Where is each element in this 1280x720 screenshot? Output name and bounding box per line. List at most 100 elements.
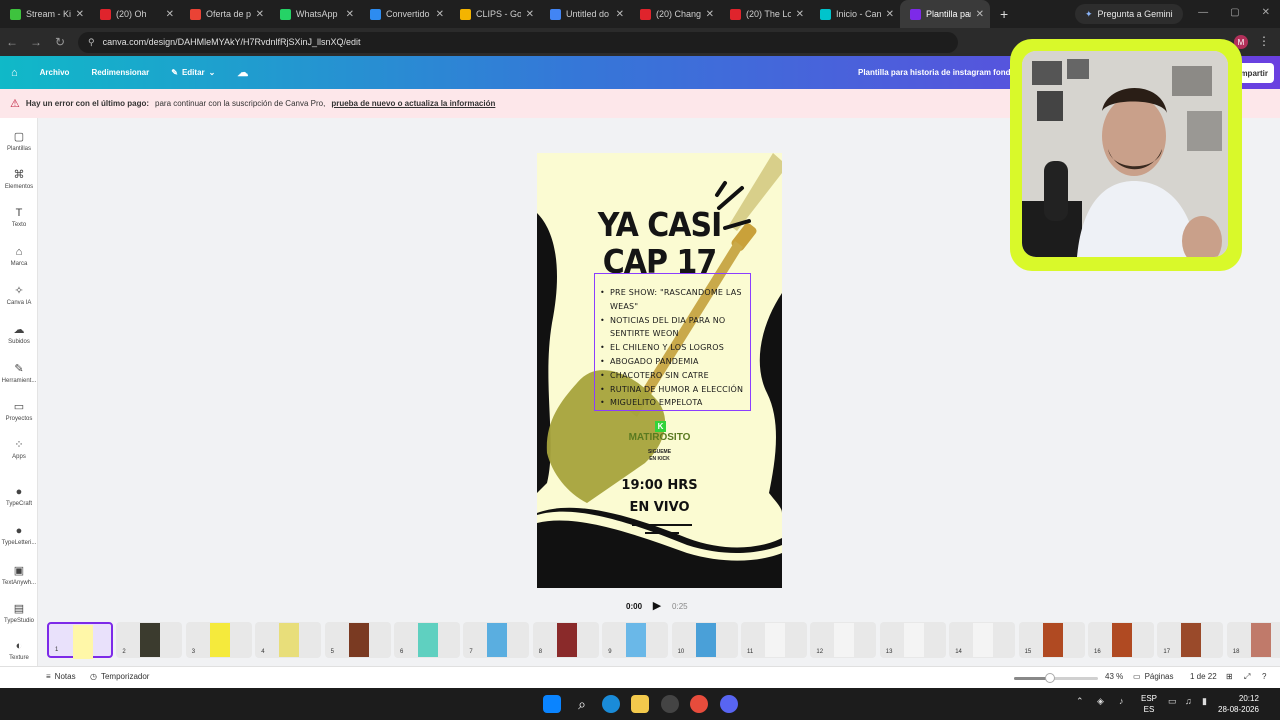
notes-button[interactable]: ≡ Notas	[46, 672, 76, 681]
page-thumbnail[interactable]: 3	[185, 622, 252, 658]
close-window-icon[interactable]: ✕	[1262, 7, 1270, 18]
tab-close-icon[interactable]: ✕	[706, 9, 714, 20]
page-thumbnail[interactable]: 15	[1018, 622, 1085, 658]
sidebar-item[interactable]: ✧ Canva IA	[0, 284, 38, 306]
sidebar-item[interactable]: ▢ Plantillas	[0, 130, 38, 152]
gemini-button[interactable]: ✦ Pregunta a Gemini	[1075, 4, 1183, 24]
back-icon[interactable]: ←	[0, 35, 24, 49]
banner-link[interactable]: prueba de nuevo o actualiza la informaci…	[331, 99, 495, 108]
sidebar-item[interactable]: ● TypeCraft	[0, 486, 38, 507]
microphone-icon[interactable]: ♪	[1119, 696, 1124, 706]
sidebar-item[interactable]: T Texto	[0, 207, 38, 228]
page-thumbnail[interactable]: 7	[463, 622, 530, 658]
archivo-menu[interactable]: Archivo	[29, 68, 81, 77]
tab-close-icon[interactable]: ✕	[886, 9, 894, 20]
home-icon[interactable]: ⌂	[0, 67, 29, 79]
page-thumbnail[interactable]: 6	[394, 622, 460, 658]
document-title[interactable]: Plantilla para historia de instagram fon…	[858, 68, 1015, 77]
editar-menu[interactable]: ✎ Editar ⌄	[160, 68, 226, 77]
page-thumbnail[interactable]: 4	[255, 622, 322, 658]
browser-tab[interactable]: Stream - Ki ✕	[0, 0, 90, 28]
file-explorer-icon[interactable]	[631, 695, 649, 713]
chrome-icon[interactable]	[690, 695, 708, 713]
page-thumbnail[interactable]: 11	[741, 622, 807, 658]
cloud-save-icon[interactable]: ☁	[226, 66, 259, 79]
url-field[interactable]: ⚲ canva.com/design/DAHMleMYAkY/H7RvdnlfR…	[78, 31, 958, 53]
zoom-value[interactable]: 43 %	[1105, 672, 1123, 681]
browser-tab[interactable]: CLIPS - Goo ✕	[450, 0, 540, 28]
page-thumbnail[interactable]: 9	[602, 622, 669, 658]
tray-chevron-icon[interactable]: ⌃	[1076, 696, 1084, 707]
sidebar-item[interactable]: ▭ Proyectos	[0, 400, 38, 422]
volume-icon[interactable]: ♫	[1185, 696, 1192, 706]
sidebar-item[interactable]: ● TypeLetteri...	[0, 525, 38, 546]
browser-tab[interactable]: WhatsApp ✕	[270, 0, 360, 28]
windows-start-icon[interactable]	[543, 695, 561, 713]
zoom-slider[interactable]	[1014, 673, 1098, 683]
tab-close-icon[interactable]: ✕	[76, 9, 84, 20]
page-thumbnail[interactable]: 2	[116, 622, 183, 658]
edge-icon[interactable]	[602, 695, 620, 713]
tab-close-icon[interactable]: ✕	[256, 9, 264, 20]
forward-icon[interactable]: →	[24, 35, 48, 49]
browser-tab[interactable]: Oferta de p ✕	[180, 0, 270, 28]
monitor-icon[interactable]: ▭	[1168, 696, 1177, 707]
discord-icon[interactable]	[720, 695, 738, 713]
agenda-list[interactable]: PRE SHOW: "RASCANDOME LASWEAS" NOTICIAS D…	[600, 286, 752, 410]
page-thumbnail[interactable]: 10	[671, 622, 738, 658]
taskbar-clock[interactable]: 20:12 28-08-2026	[1218, 693, 1259, 715]
sidebar-item[interactable]: ☁ Subidos	[0, 323, 38, 345]
timer-button[interactable]: ◷ Temporizador	[90, 672, 149, 681]
tab-close-icon[interactable]: ✕	[796, 9, 804, 20]
page-thumbnail[interactable]: 8	[532, 622, 599, 658]
tab-close-icon[interactable]: ✕	[616, 9, 624, 20]
grid-view-icon[interactable]: ⊞	[1226, 672, 1233, 681]
sidebar-item[interactable]: ▤ TypeStudio	[0, 602, 38, 624]
battery-icon[interactable]: ▮	[1202, 696, 1207, 707]
page-thumbnail[interactable]: 17	[1157, 622, 1224, 658]
design-page[interactable]: YA CASI CAP 17 PRE SHOW: "RASCANDOME LAS…	[537, 153, 782, 588]
page-thumbnail[interactable]: 12	[810, 622, 877, 658]
browser-tab[interactable]: (20) Oh ✕	[90, 0, 180, 28]
browser-tab[interactable]: Untitled do ✕	[540, 0, 630, 28]
sidebar-item[interactable]: ▣ TextAnywh...	[0, 564, 38, 586]
language-indicator[interactable]: ESP ES	[1141, 693, 1157, 715]
tab-close-icon[interactable]: ✕	[166, 9, 174, 20]
reload-icon[interactable]: ↻	[48, 35, 72, 49]
help-icon[interactable]: ?	[1262, 672, 1266, 681]
page-thumbnail[interactable]: 13	[879, 622, 946, 658]
zoom-slider-knob[interactable]	[1045, 673, 1056, 683]
page-thumbnail[interactable]: 1	[47, 622, 113, 659]
page-thumbnail[interactable]: 18	[1226, 622, 1280, 658]
maximize-icon[interactable]: ▢	[1230, 7, 1239, 18]
browser-tab[interactable]: Convertido ✕	[360, 0, 450, 28]
stream-live-label[interactable]: EN VIVO	[537, 500, 782, 515]
new-tab-icon[interactable]: +	[990, 6, 1018, 22]
tab-close-icon[interactable]: ✕	[346, 9, 354, 20]
sidebar-item[interactable]: ⁘ Apps	[0, 438, 38, 460]
browser-tab[interactable]: Inicio - Can ✕	[810, 0, 900, 28]
stream-time[interactable]: 19:00 HRS	[537, 478, 782, 493]
play-icon[interactable]: ▶	[650, 599, 664, 613]
page-thumbnail[interactable]: 16	[1088, 622, 1154, 658]
page-thumbnail[interactable]: 5	[324, 622, 391, 658]
fullscreen-icon[interactable]: ⤢	[1244, 672, 1250, 682]
tab-close-icon[interactable]: ✕	[436, 9, 444, 20]
sidebar-item[interactable]: ◐ Texture	[0, 640, 38, 661]
browser-tab[interactable]: (20) The Lo ✕	[720, 0, 810, 28]
tab-close-icon[interactable]: ✕	[526, 9, 534, 20]
obs-icon[interactable]	[661, 695, 679, 713]
tab-close-icon[interactable]: ✕	[976, 9, 984, 20]
tray-app-icon[interactable]: ◈	[1097, 696, 1104, 707]
sidebar-item[interactable]: ✎ Herramient...	[0, 362, 38, 384]
browser-tab[interactable]: Plantilla par ✕	[900, 0, 990, 28]
page-thumbnail[interactable]: 14	[949, 622, 1016, 658]
title-line-1[interactable]: YA CASI	[537, 206, 782, 245]
sidebar-item[interactable]: ⌘ Elementos	[0, 168, 38, 190]
site-info-icon[interactable]: ⚲	[88, 37, 95, 48]
redimensionar-button[interactable]: Redimensionar	[80, 68, 160, 77]
search-icon[interactable]: ⌕	[573, 695, 591, 713]
minimize-icon[interactable]: —	[1198, 7, 1208, 18]
browser-tab[interactable]: (20) Chang ✕	[630, 0, 720, 28]
pages-button[interactable]: ▭ Páginas	[1133, 672, 1173, 681]
